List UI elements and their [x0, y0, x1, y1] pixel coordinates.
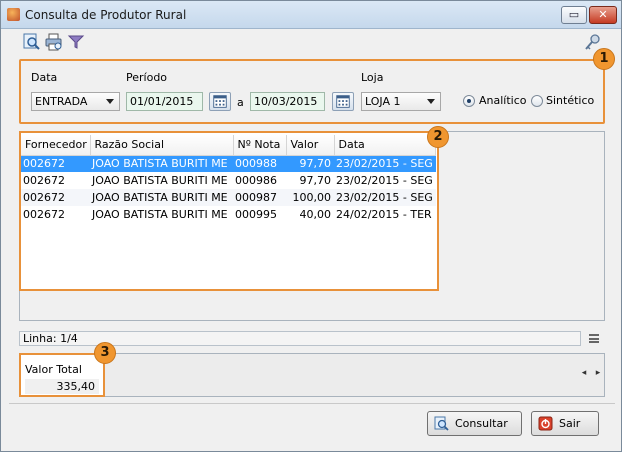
cell-razao-social: JOAO BATISTA BURITI ME: [90, 189, 233, 206]
cell-valor: 97,70: [299, 174, 332, 187]
loja-select[interactable]: LOJA 1: [361, 92, 441, 111]
search-icon[interactable]: [23, 33, 41, 51]
print-icon[interactable]: [45, 33, 63, 51]
table-row[interactable]: 002672 JOAO BATISTA BURITI ME 000988 97,…: [21, 155, 436, 172]
cell-nota: 000986: [235, 174, 277, 187]
window-title: Consulta de Produtor Rural: [25, 8, 187, 22]
footer-divider: [9, 403, 615, 404]
totals-panel: Valor Total 335,40: [19, 353, 105, 397]
close-button[interactable]: ✕: [589, 6, 617, 24]
callout-badge-3: 3: [94, 342, 116, 364]
col-header-fornecedor[interactable]: Fornecedor: [21, 135, 91, 156]
cell-data: 23/02/2015 - SEG: [336, 174, 433, 187]
title-bar: Consulta de Produtor Rural ▭ ✕: [1, 1, 621, 29]
sair-icon: [538, 416, 553, 431]
table-header-row: Fornecedor Razão Social Nº Nota Valor Da…: [21, 135, 437, 156]
cell-fornecedor: 002672: [23, 208, 65, 221]
cell-valor: 40,00: [299, 208, 332, 221]
data-select[interactable]: ENTRADA: [31, 92, 120, 111]
valor-total-label: Valor Total: [25, 363, 82, 376]
cell-nota: 000988: [233, 155, 286, 172]
data-select-value: ENTRADA: [35, 95, 88, 108]
app-window: Consulta de Produtor Rural ▭ ✕ Data Perí…: [0, 0, 622, 452]
loja-select-value: LOJA 1: [365, 95, 401, 108]
chevron-down-icon: [106, 99, 114, 104]
sair-button[interactable]: Sair: [531, 411, 599, 436]
col-header-razao-social[interactable]: Razão Social: [90, 135, 234, 156]
radio-sintetico[interactable]: [531, 95, 543, 107]
consultar-label: Consultar: [455, 417, 508, 430]
cell-fornecedor: 002672: [21, 155, 90, 172]
consultar-icon: [434, 416, 449, 431]
col-header-data[interactable]: Data: [334, 135, 437, 156]
radio-analitico[interactable]: [463, 95, 475, 107]
callout-badge-1: 1: [593, 48, 615, 70]
consultar-button[interactable]: Consultar: [427, 411, 522, 436]
table-row[interactable]: 002672 JOAO BATISTA BURITI ME 000987 100…: [21, 189, 436, 206]
table-row[interactable]: 002672 JOAO BATISTA BURITI ME 000995 40,…: [21, 206, 436, 223]
cell-fornecedor: 002672: [23, 174, 65, 187]
filter-icon[interactable]: [67, 33, 85, 51]
date-end-field[interactable]: 10/03/2015: [250, 92, 325, 111]
radio-sintetico-label[interactable]: Sintético: [546, 94, 594, 107]
cell-data: 24/02/2015 - TER: [336, 208, 432, 221]
cell-data: 23/02/2015 - SEG: [334, 155, 436, 172]
calendar-icon[interactable]: [332, 92, 354, 111]
calendar-icon[interactable]: [209, 92, 231, 111]
cell-valor: 97,70: [286, 155, 334, 172]
cell-razao-social: JOAO BATISTA BURITI ME: [92, 174, 228, 187]
cell-data: 23/02/2015 - SEG: [334, 189, 436, 206]
results-table-panel: Fornecedor Razão Social Nº Nota Valor Da…: [19, 131, 439, 291]
chevron-down-icon: [427, 99, 435, 104]
table-row[interactable]: 002672 JOAO BATISTA BURITI ME 000986 97,…: [21, 172, 436, 189]
cell-nota: 000995: [235, 208, 277, 221]
cell-razao-social: JOAO BATISTA BURITI ME: [90, 155, 233, 172]
cell-nota: 000987: [233, 189, 286, 206]
scroll-left-icon[interactable]: ◂: [579, 363, 589, 383]
date-start-field[interactable]: 01/01/2015: [126, 92, 203, 111]
data-label: Data: [31, 71, 58, 84]
valor-total-value: 335,40: [25, 379, 99, 394]
col-header-nota[interactable]: Nº Nota: [233, 135, 287, 156]
date-separator: a: [237, 96, 244, 109]
radio-analitico-label[interactable]: Analítico: [479, 94, 527, 107]
loja-label: Loja: [361, 71, 384, 84]
cell-razao-social: JOAO BATISTA BURITI ME: [92, 208, 228, 221]
restore-button[interactable]: ▭: [561, 6, 587, 24]
cell-fornecedor: 002672: [21, 189, 90, 206]
col-header-valor[interactable]: Valor: [286, 135, 335, 156]
periodo-label: Período: [126, 71, 168, 84]
menu-icon[interactable]: [589, 334, 599, 343]
scroll-right-icon[interactable]: ▸: [593, 363, 603, 383]
results-table: Fornecedor Razão Social Nº Nota Valor Da…: [21, 135, 437, 223]
callout-badge-2: 2: [427, 126, 449, 148]
app-icon: [7, 8, 20, 21]
cell-valor: 100,00: [286, 189, 334, 206]
sair-label: Sair: [559, 417, 581, 430]
